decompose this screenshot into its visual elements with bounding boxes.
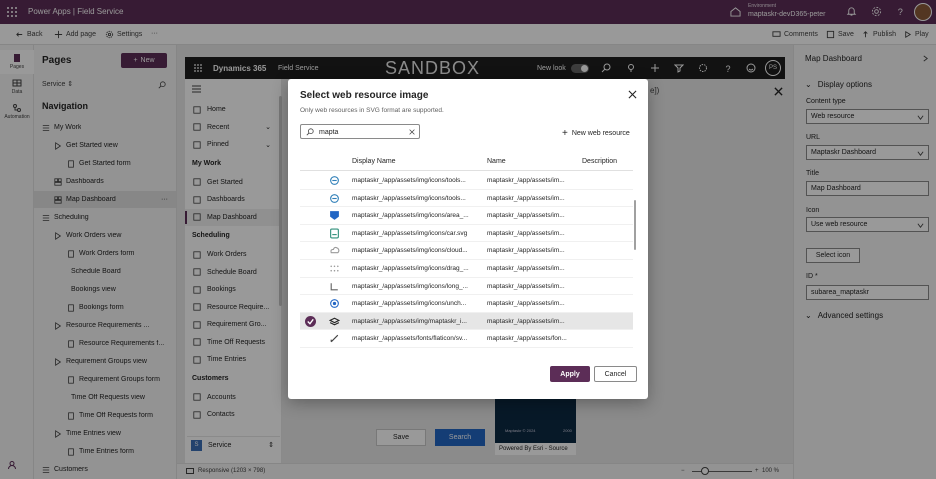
resource-name: maptaskr_/app/assets/im... xyxy=(487,194,565,202)
drag-icon xyxy=(330,265,339,272)
resource-name: maptaskr_/app/assets/im... xyxy=(487,177,565,184)
col-name[interactable]: Name xyxy=(487,158,506,165)
pen-icon xyxy=(330,335,339,343)
col-description[interactable]: Description xyxy=(582,158,617,165)
plus-icon: + xyxy=(562,128,568,139)
resource-display-name: maptaskr_/app/assets/img/icons/car.svg xyxy=(352,229,468,237)
resource-row[interactable]: maptaskr_/app/assets/img/icons/unch... ma… xyxy=(300,295,633,313)
area-icon xyxy=(330,211,339,221)
resource-row[interactable]: maptaskr_/app/assets/img/icons/area_... m… xyxy=(300,207,633,225)
car-icon xyxy=(330,228,339,239)
new-web-resource-button[interactable]: + New web resource xyxy=(562,128,630,139)
resource-name: maptaskr_/app/assets/im... xyxy=(487,212,565,220)
resource-display-name: maptaskr_/app/assets/img/icons/area_... xyxy=(352,212,469,220)
resource-display-name: maptaskr_/app/assets/img/icons/drag_... xyxy=(352,265,469,272)
dialog-scrollbar[interactable] xyxy=(634,200,636,250)
resource-row[interactable]: maptaskr_/app/assets/img/icons/long_... m… xyxy=(300,278,633,296)
resource-display-name: maptaskr_/app/assets/img/maptaskr_i... xyxy=(352,317,467,325)
resource-row[interactable]: maptaskr_/app/assets/img/icons/tools... m… xyxy=(300,190,633,208)
checkmark-icon[interactable] xyxy=(305,315,316,327)
resource-name: maptaskr_/app/assets/im... xyxy=(487,317,565,325)
resource-name: maptaskr_/app/assets/fon... xyxy=(487,335,567,343)
long-icon xyxy=(330,282,338,290)
resource-row[interactable]: maptaskr_/app/assets/img/maptaskr_i... ma… xyxy=(300,312,633,331)
resource-row[interactable]: maptaskr_/app/assets/img/icons/tools... m… xyxy=(300,172,633,190)
resource-display-name: maptaskr_/app/assets/img/icons/tools... xyxy=(352,177,466,184)
resource-row[interactable]: maptaskr_/app/assets/fonts/flaticon/sv..… xyxy=(300,330,633,348)
resource-display-name: maptaskr_/app/assets/img/icons/tools... xyxy=(352,194,466,202)
resource-display-name: maptaskr_/app/assets/img/icons/unch... xyxy=(352,300,467,308)
maptaskr-layers-icon xyxy=(329,317,340,326)
select-web-resource-dialog: Select web resource image Only web resou… xyxy=(288,79,648,399)
cancel-button[interactable]: Cancel xyxy=(594,366,637,382)
clear-icon[interactable] xyxy=(409,129,415,135)
resource-search-input[interactable] xyxy=(319,127,405,137)
search-icon xyxy=(306,128,314,136)
dialog-subtitle: Only web resources in SVG format are sup… xyxy=(300,107,444,114)
resource-row[interactable]: maptaskr_/app/assets/img/icons/drag_... m… xyxy=(300,260,633,278)
resource-name: maptaskr_/app/assets/im... xyxy=(487,300,565,308)
resource-row[interactable]: maptaskr_/app/assets/img/icons/cloud... m… xyxy=(300,242,633,260)
cloud-icon xyxy=(330,247,340,254)
resource-name: maptaskr_/app/assets/im... xyxy=(487,282,565,290)
resource-display-name: maptaskr_/app/assets/img/icons/cloud... xyxy=(352,247,468,255)
resource-row[interactable]: maptaskr_/app/assets/img/icons/car.svg ma… xyxy=(300,225,633,243)
close-icon[interactable] xyxy=(628,90,637,99)
unchecked-icon xyxy=(330,299,339,309)
resource-table-header: Display Name Name Description xyxy=(300,155,633,171)
resource-display-name: maptaskr_/app/assets/img/icons/long_... xyxy=(352,282,468,290)
resource-name: maptaskr_/app/assets/im... xyxy=(487,265,565,272)
resource-search-box[interactable] xyxy=(300,124,420,139)
resource-name: maptaskr_/app/assets/im... xyxy=(487,247,565,255)
col-display-name[interactable]: Display Name xyxy=(352,158,396,165)
tools-icon xyxy=(330,193,339,203)
apply-button[interactable]: Apply xyxy=(550,366,590,382)
tools-icon xyxy=(330,176,339,185)
resource-display-name: maptaskr_/app/assets/fonts/flaticon/sv..… xyxy=(352,335,468,343)
dialog-title: Select web resource image xyxy=(300,90,429,101)
resource-name: maptaskr_/app/assets/im... xyxy=(487,229,565,237)
